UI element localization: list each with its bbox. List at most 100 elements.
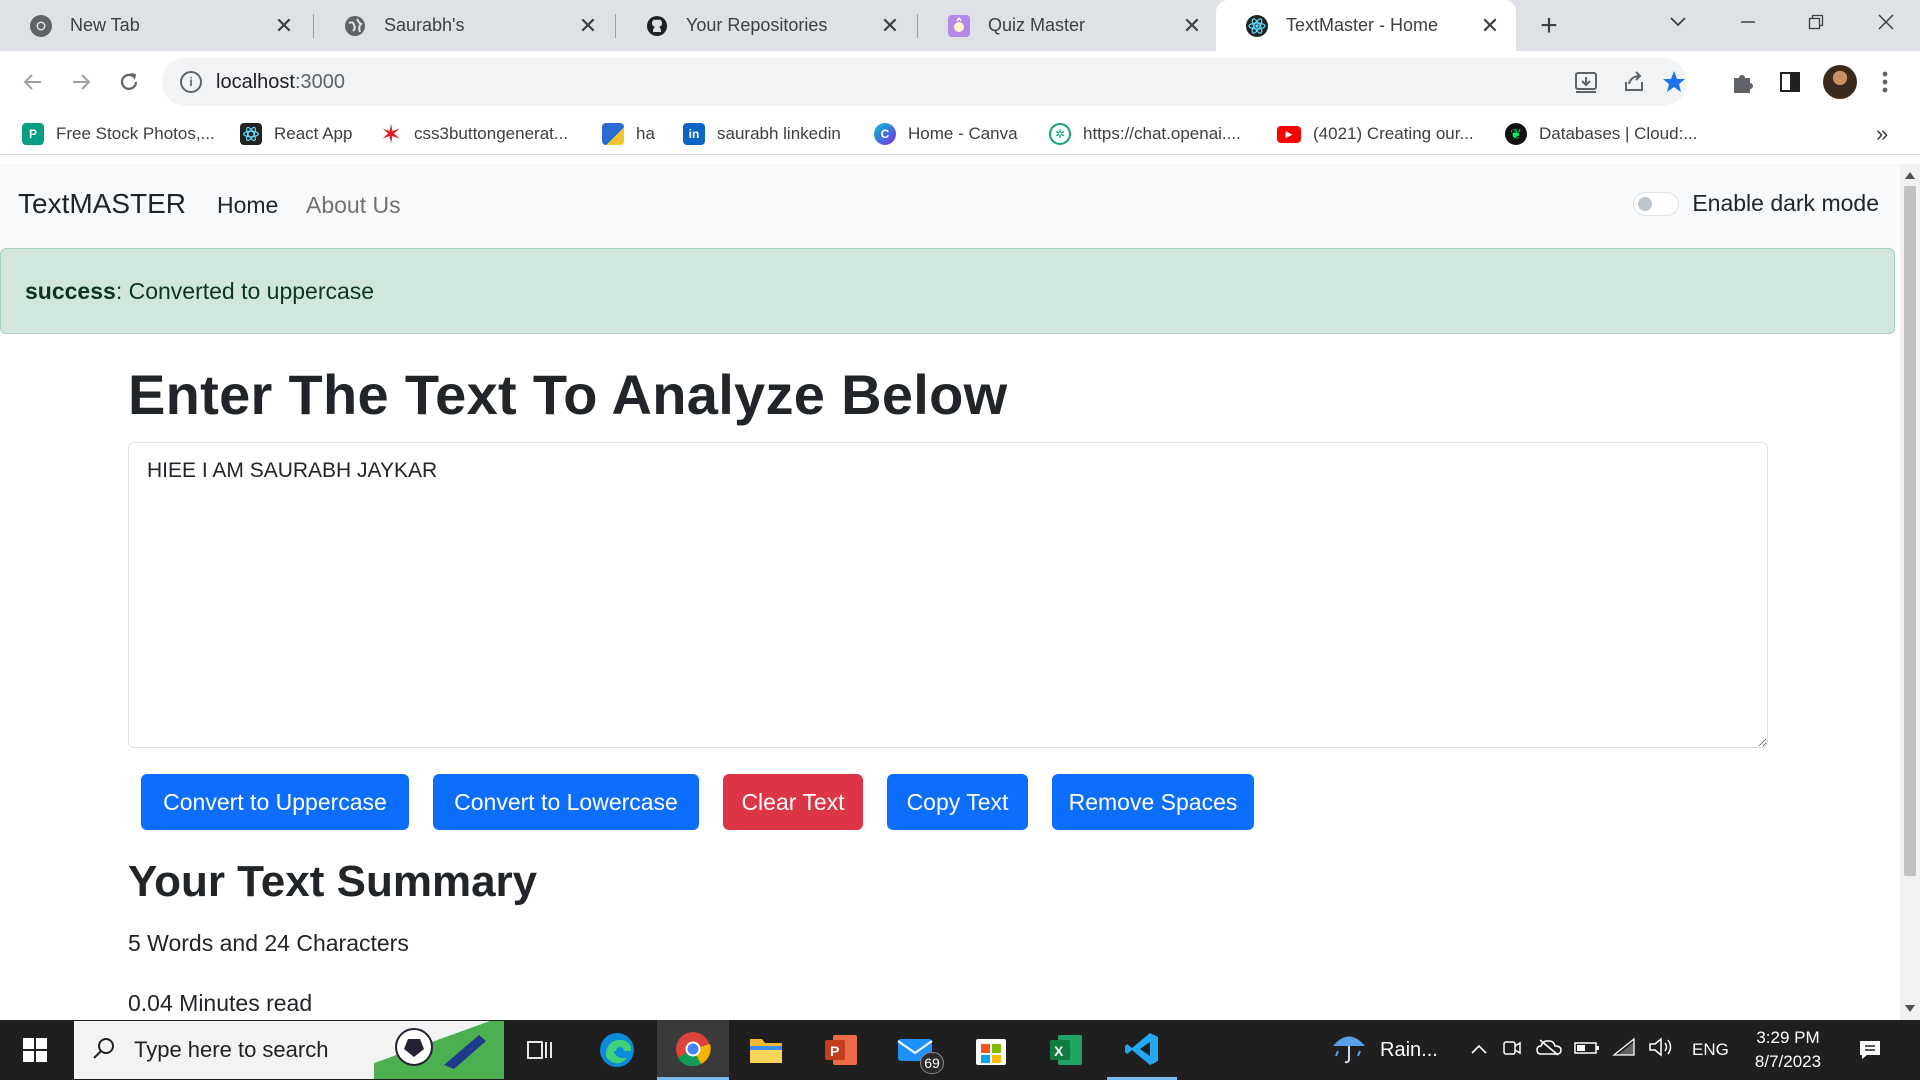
close-icon[interactable]: ✕	[878, 13, 902, 38]
meet-now-icon[interactable]	[1502, 1036, 1522, 1064]
excel-icon[interactable]: X	[1031, 1020, 1101, 1080]
page-title: Enter The Text To Analyze Below	[128, 363, 1008, 426]
dark-mode-label[interactable]: Enable dark mode	[1692, 190, 1879, 217]
convert-lowercase-button[interactable]: Convert to Lowercase	[433, 774, 699, 830]
bookmark-item[interactable]: ✲ https://chat.openai....	[1049, 121, 1241, 147]
bookmark-item[interactable]: ✶ css3buttongenerat...	[380, 119, 569, 149]
bookmark-item[interactable]: ▶ (4021) Creating our...	[1277, 121, 1474, 147]
wifi-icon[interactable]	[1612, 1037, 1636, 1063]
volume-icon[interactable]	[1648, 1036, 1674, 1064]
chrome-taskbar-icon[interactable]	[657, 1020, 729, 1080]
extensions-puzzle-icon[interactable]	[1728, 67, 1758, 97]
page-viewport: TextMASTER Home About Us Enable dark mod…	[0, 164, 1900, 1020]
install-app-icon[interactable]	[1572, 68, 1600, 96]
dark-mode-toggle[interactable]: Enable dark mode	[1633, 190, 1879, 217]
tab-label: Your Repositories	[686, 15, 828, 35]
profile-avatar[interactable]	[1823, 65, 1857, 99]
tab-label: Saurabh's	[384, 15, 465, 35]
nav-link-about[interactable]: About Us	[306, 192, 401, 219]
app-brand[interactable]: TextMASTER	[18, 188, 186, 220]
vscode-icon[interactable]	[1107, 1020, 1177, 1080]
convert-uppercase-button[interactable]: Convert to Uppercase	[141, 774, 409, 830]
notifications-icon[interactable]	[1835, 1020, 1905, 1080]
tab-new-tab[interactable]: New Tab ✕	[0, 0, 310, 51]
taskbar-search-box[interactable]: Type here to search	[74, 1021, 504, 1079]
close-icon[interactable]: ✕	[1478, 13, 1502, 38]
bookmark-item[interactable]: P Free Stock Photos,...	[22, 121, 215, 147]
rain-umbrella-icon	[1330, 1029, 1368, 1071]
text-input-area[interactable]	[128, 442, 1768, 748]
word-char-count: 5 Words and 24 Characters	[128, 930, 409, 956]
bookmark-item[interactable]: ha	[602, 121, 655, 147]
tab-search-chevron-icon[interactable]	[1646, 0, 1710, 44]
microsoft-store-icon[interactable]	[956, 1020, 1026, 1080]
onedrive-icon[interactable]	[1536, 1038, 1562, 1062]
kebab-menu-icon[interactable]	[1870, 67, 1900, 97]
react-icon	[1246, 14, 1268, 37]
bookmark-item[interactable]: React App	[240, 121, 352, 147]
close-icon[interactable]: ✕	[272, 13, 296, 38]
address-bar[interactable]: i localhost:3000	[162, 58, 1687, 106]
bookmark-label: saurabh linkedin	[717, 124, 841, 143]
app-navbar: TextMASTER Home About Us Enable dark mod…	[0, 164, 1900, 248]
dark-mode-switch[interactable]	[1633, 191, 1680, 216]
window-close-icon[interactable]	[1854, 0, 1918, 44]
restore-icon[interactable]	[1784, 0, 1848, 44]
tab-label: New Tab	[70, 15, 140, 35]
tab-textmaster-home[interactable]: TextMaster - Home ✕	[1216, 0, 1516, 51]
close-icon[interactable]: ✕	[576, 13, 600, 38]
alert-message: : Converted to uppercase	[115, 277, 375, 304]
site-info-icon[interactable]: i	[180, 71, 202, 93]
mail-icon[interactable]: 69	[880, 1020, 950, 1080]
bookmark-label: React App	[274, 124, 353, 143]
back-arrow-icon[interactable]	[16, 65, 50, 99]
browser-tab-strip: New Tab ✕ Saurabh's ✕ Your Repositories …	[0, 0, 1920, 51]
language-indicator[interactable]: ENG	[1692, 1040, 1729, 1060]
taskbar-clock[interactable]: 3:29 PM 8/7/2023	[1738, 1026, 1838, 1074]
file-explorer-icon[interactable]	[731, 1020, 801, 1080]
edge-icon[interactable]	[582, 1020, 652, 1080]
scrollbar-thumb[interactable]	[1904, 186, 1916, 876]
bookmark-label: https://chat.openai....	[1083, 124, 1241, 143]
globe-icon	[344, 15, 366, 37]
remove-spaces-button[interactable]: Remove Spaces	[1052, 774, 1254, 830]
minimize-icon[interactable]	[1716, 0, 1780, 44]
tab-saurabhs[interactable]: Saurabh's ✕	[314, 0, 614, 51]
side-panel-icon[interactable]	[1775, 67, 1805, 97]
chevron-up-icon[interactable]	[1470, 1039, 1488, 1061]
url-port: :3000	[294, 70, 345, 93]
task-view-icon[interactable]	[505, 1020, 575, 1080]
tab-your-repositories[interactable]: Your Repositories ✕	[616, 0, 916, 51]
powerpoint-icon[interactable]: P	[806, 1020, 876, 1080]
clear-text-button[interactable]: Clear Text	[723, 774, 863, 830]
cube-icon	[602, 123, 624, 145]
battery-icon[interactable]	[1574, 1039, 1600, 1061]
bookmark-item[interactable]: ❦ Databases | Cloud:...	[1505, 121, 1697, 147]
tab-quiz-master[interactable]: Quiz Master ✕	[918, 0, 1218, 51]
github-icon	[646, 15, 668, 37]
bookmark-label: ha	[636, 124, 655, 143]
nav-link-home[interactable]: Home	[217, 192, 278, 219]
tab-label: TextMaster - Home	[1286, 15, 1439, 35]
reload-icon[interactable]	[112, 65, 146, 99]
new-tab-button[interactable]: +	[1533, 9, 1565, 42]
url-text[interactable]: localhost:3000	[216, 71, 345, 94]
search-placeholder: Type here to search	[134, 1037, 329, 1062]
copy-text-button[interactable]: Copy Text	[887, 774, 1028, 830]
bookmark-star-icon[interactable]	[1660, 68, 1688, 96]
weather-widget[interactable]: Rain...	[1330, 1020, 1438, 1080]
bookmark-item[interactable]: in saurabh linkedin	[683, 121, 841, 147]
bookmark-label: Databases | Cloud:...	[1539, 124, 1698, 143]
url-host: localhost	[216, 70, 295, 93]
more-bookmarks-chevron-icon[interactable]: »	[1876, 121, 1888, 147]
windows-taskbar: Type here to search P 69 X Rain... ENG 3…	[0, 1020, 1920, 1080]
scroll-up-arrow-icon[interactable]	[1905, 172, 1915, 179]
close-icon[interactable]: ✕	[1180, 13, 1204, 38]
share-icon[interactable]	[1620, 68, 1648, 96]
bookmark-item[interactable]: C Home - Canva	[874, 121, 1018, 147]
page-scrollbar[interactable]	[1900, 164, 1920, 1020]
forward-arrow-icon[interactable]	[64, 65, 98, 99]
bookmark-label: css3buttongenerat...	[414, 124, 569, 143]
windows-start-icon[interactable]	[0, 1020, 70, 1080]
scroll-down-arrow-icon[interactable]	[1905, 1005, 1915, 1012]
